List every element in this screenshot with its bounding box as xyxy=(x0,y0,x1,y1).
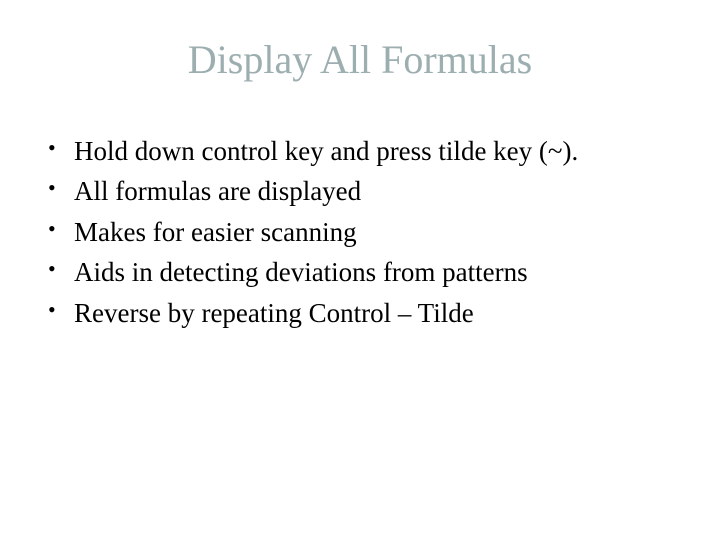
bullet-list: Hold down control key and press tilde ke… xyxy=(30,133,690,331)
list-item: Reverse by repeating Control – Tilde xyxy=(44,295,690,331)
list-item: Aids in detecting deviations from patter… xyxy=(44,254,690,290)
list-item: Hold down control key and press tilde ke… xyxy=(44,133,690,169)
slide-title: Display All Formulas xyxy=(30,36,690,83)
list-item: All formulas are displayed xyxy=(44,173,690,209)
list-item: Makes for easier scanning xyxy=(44,214,690,250)
